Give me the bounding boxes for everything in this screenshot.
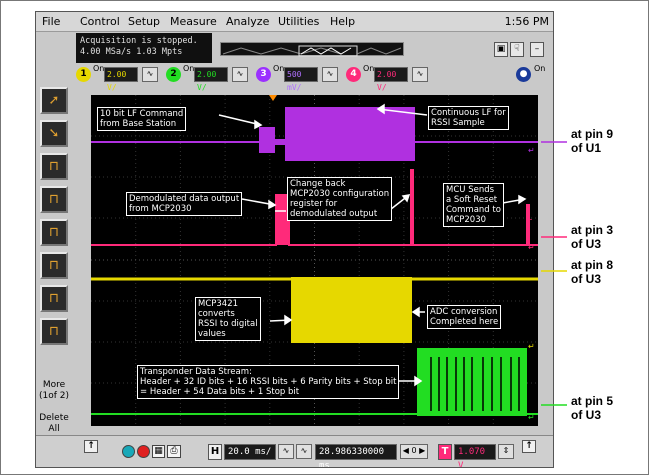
figure-frame: File Control Setup Measure Analyze Utili… (0, 0, 649, 475)
pin-leader-lines (541, 141, 567, 406)
